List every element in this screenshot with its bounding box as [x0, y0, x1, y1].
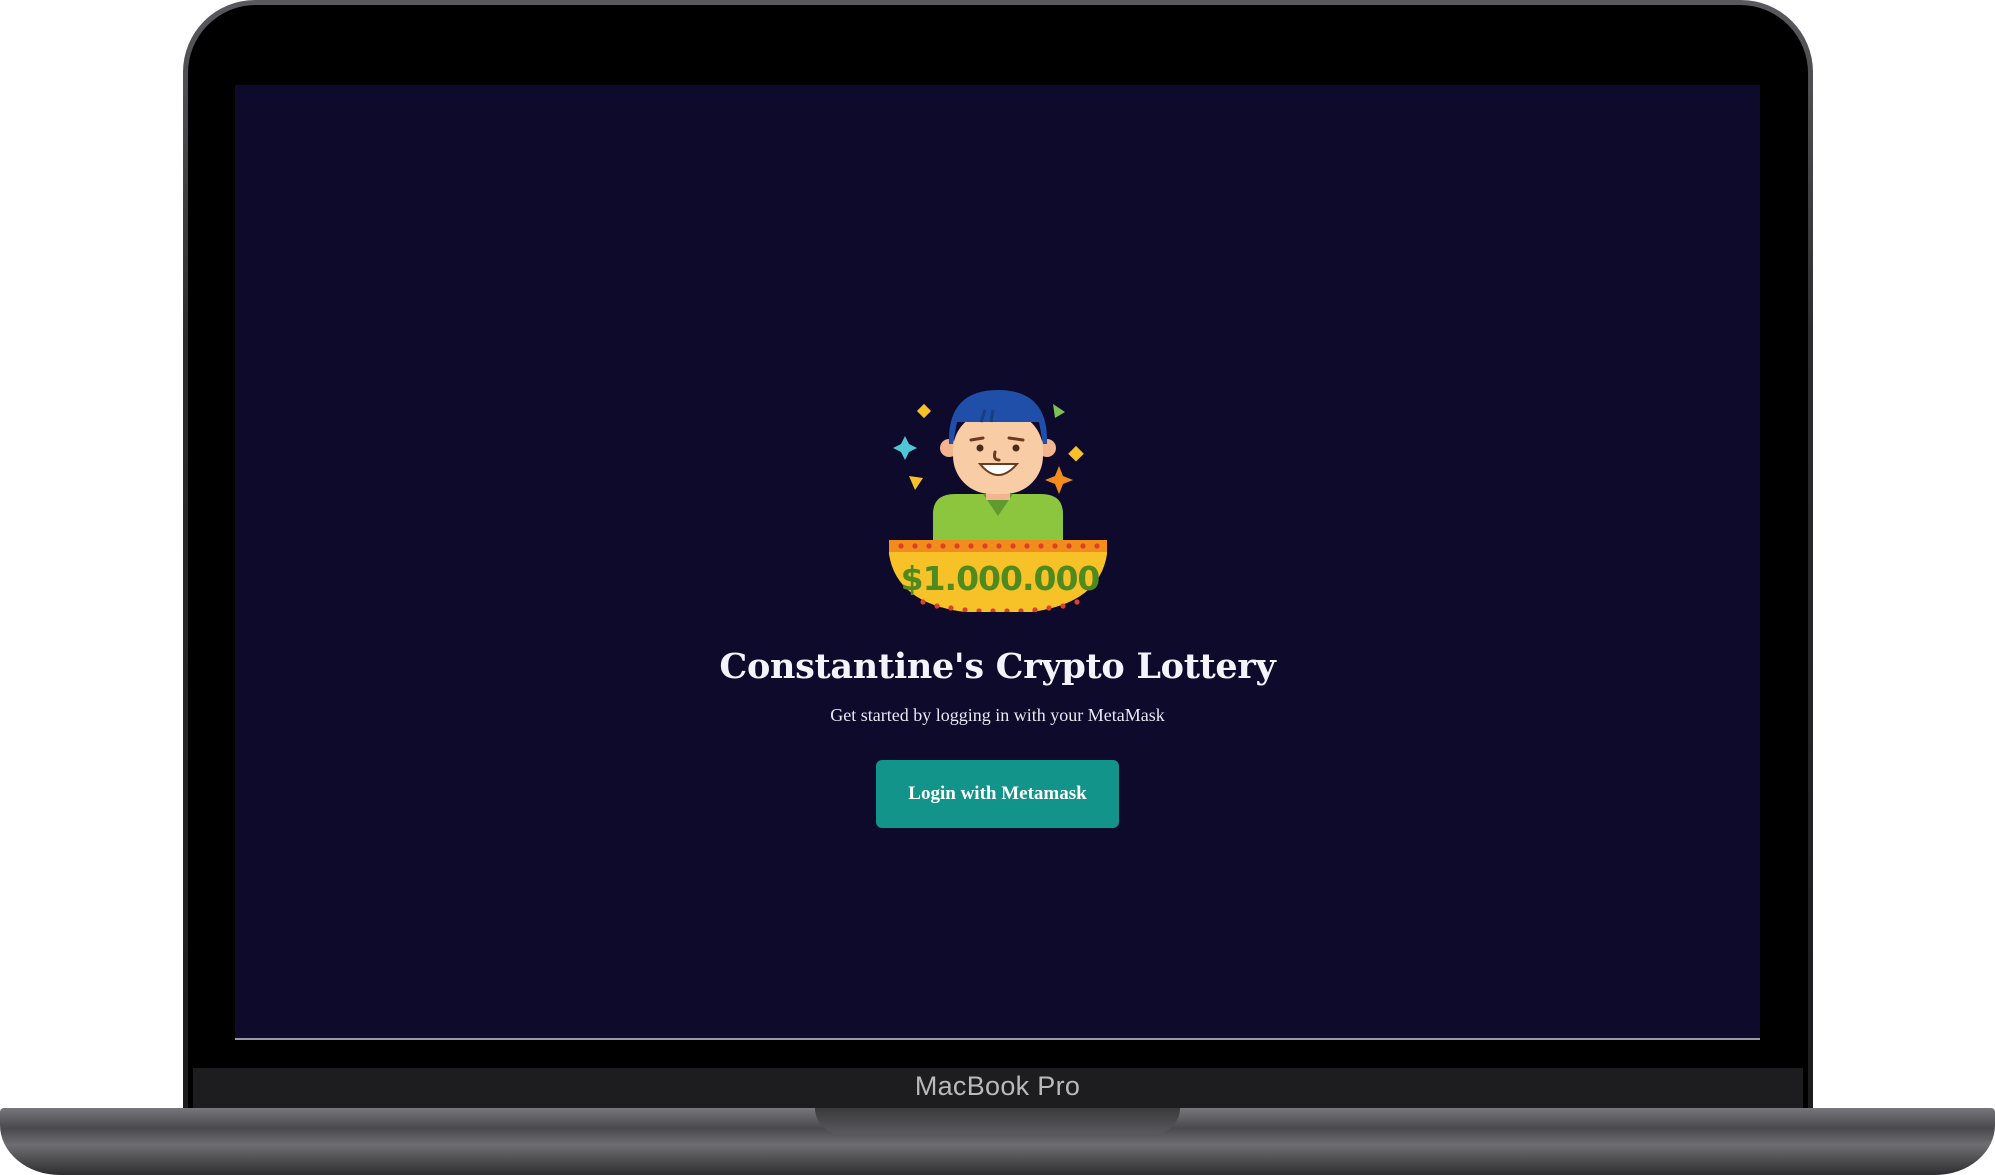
sparkle-icon [892, 436, 917, 460]
prize-amount-text: $1.000.000 [900, 559, 1099, 598]
login-panel: $1.000.000 Constantine's Crypto Lottery … [0, 382, 1995, 828]
laptop-notch [815, 1108, 1180, 1134]
confetti-icon [1052, 404, 1065, 418]
page-title: Constantine's Crypto Lottery [719, 646, 1276, 687]
device-label: MacBook Pro [914, 1071, 1081, 1101]
laptop-mockup: MacBook Pro $1.000.000 Constantine's Cry… [0, 0, 1995, 1175]
sparkle-icon [1044, 466, 1073, 494]
confetti-icon [916, 403, 931, 419]
login-metamask-button[interactable]: Login with Metamask [876, 760, 1119, 828]
page-subtitle: Get started by logging in with your Meta… [830, 705, 1165, 725]
confetti-icon [1067, 445, 1084, 462]
lottery-winner-icon: $1.000.000 [888, 390, 1107, 612]
confetti-icon [908, 476, 923, 490]
